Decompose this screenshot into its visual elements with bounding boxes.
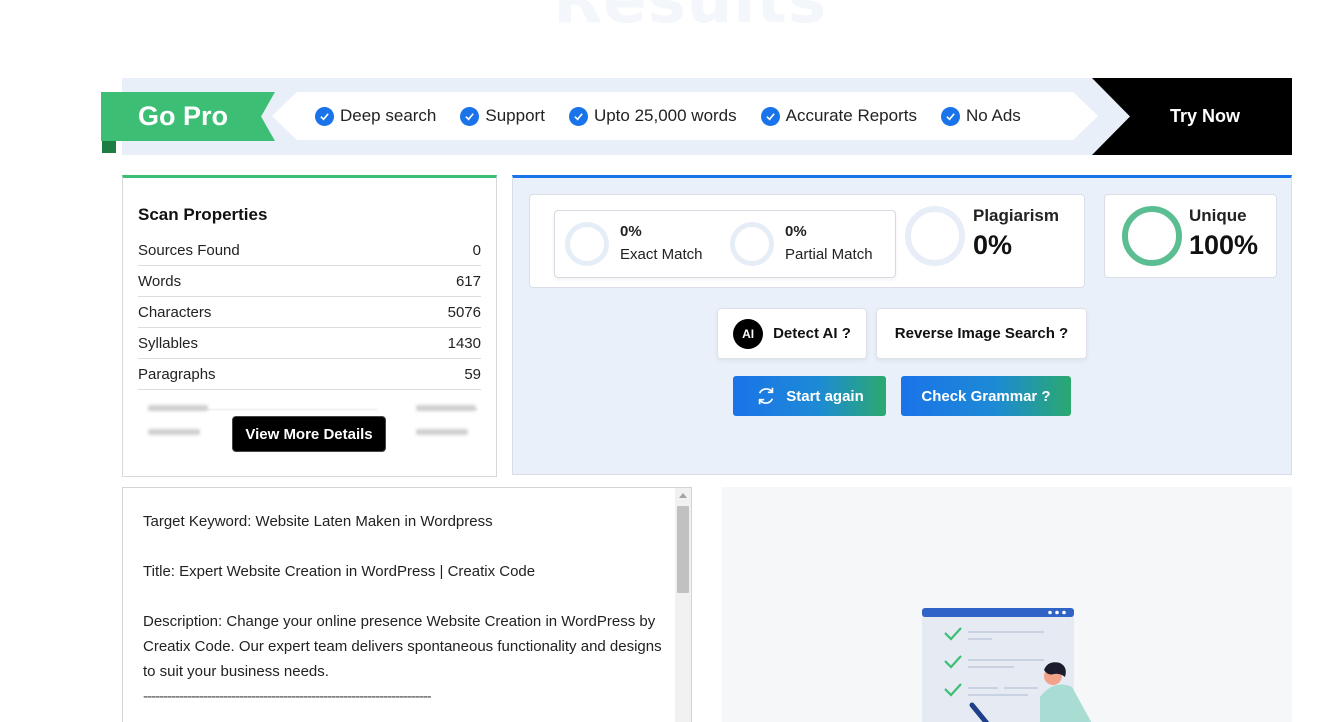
title-line: Title: Expert Website Creation in WordPr… [143, 563, 536, 580]
stat-value: 0 [472, 241, 481, 259]
reverse-image-search-button[interactable]: Reverse Image Search ? [876, 308, 1087, 359]
exact-match-ring [565, 222, 609, 266]
text-scrollbar[interactable] [675, 488, 691, 722]
stat-row-paragraphs: Paragraphs 59 [138, 359, 481, 390]
stat-value: 617 [455, 272, 481, 290]
scroll-thumb[interactable] [677, 506, 689, 593]
blurred-placeholder [148, 429, 200, 435]
separator-line: ----------------------------------------… [143, 688, 432, 705]
ribbon-fold [102, 141, 116, 153]
stat-value: 5076 [447, 303, 481, 321]
refresh-icon [758, 387, 774, 405]
blurred-placeholder [148, 405, 208, 411]
pro-features-list: Deep search Support Upto 25,000 words Ac… [272, 92, 1098, 140]
feature-label: Accurate Reports [785, 106, 917, 125]
stat-row-characters: Characters 5076 [138, 297, 481, 328]
unique-card: Unique 100% [1104, 194, 1277, 278]
stat-value: 59 [464, 365, 481, 383]
plagiarism-label: Plagiarism [973, 206, 1059, 225]
feature-word-limit: Upto 25,000 words [568, 106, 737, 126]
partial-match-value: 0% [785, 223, 807, 240]
blurred-placeholder [416, 429, 468, 435]
unique-label: Unique [1189, 206, 1247, 225]
start-again-label: Start again [786, 387, 864, 405]
scan-properties-panel: Scan Properties Sources Found 0 Words 61… [122, 175, 497, 477]
check-icon [315, 106, 334, 126]
feature-label: Upto 25,000 words [593, 106, 737, 125]
stat-row-sources: Sources Found 0 [138, 235, 481, 266]
scan-properties-title: Scan Properties [138, 205, 268, 224]
check-icon [760, 106, 780, 126]
stat-label: Syllables [138, 334, 199, 352]
check-icon [940, 106, 960, 126]
stat-label: Words [138, 272, 182, 290]
submitted-text: Target Keyword: Website Laten Maken in W… [143, 509, 663, 709]
illustration-panel [722, 487, 1292, 722]
check-grammar-button[interactable]: Check Grammar ? [901, 376, 1071, 416]
stat-row-syllables: Syllables 1430 [138, 328, 481, 359]
exact-match-value: 0% [620, 223, 642, 240]
view-more-details-button[interactable]: View More Details [232, 416, 386, 452]
detect-ai-button[interactable]: AI Detect AI ? [717, 308, 867, 359]
blurred-placeholder [416, 405, 476, 411]
unique-ring [1122, 206, 1182, 266]
checklist-illustration [922, 608, 1092, 722]
detect-ai-label: Detect AI ? [773, 325, 851, 342]
submitted-text-pane[interactable]: Target Keyword: Website Laten Maken in W… [122, 487, 692, 722]
ai-icon: AI [733, 318, 764, 349]
plagiarism-card: 0% Exact Match 0% Partial Match Plagiari… [529, 194, 1085, 288]
feature-no-ads: No Ads [940, 106, 1021, 126]
unique-value: 100% [1189, 230, 1259, 260]
partial-match-label: Partial Match [785, 246, 873, 263]
stat-label: Characters [138, 303, 212, 321]
plagiarism-ring [905, 206, 965, 266]
plagiarism-value: 0% [973, 230, 1013, 260]
check-icon [568, 106, 588, 126]
feature-support: Support [460, 106, 545, 126]
go-pro-label: Go Pro [101, 92, 275, 141]
start-again-button[interactable]: Start again [733, 376, 886, 416]
stat-label: Sources Found [138, 241, 240, 259]
feature-label: No Ads [965, 106, 1021, 125]
description-line: Description: Change your online presence… [143, 613, 662, 680]
keyword-line: Target Keyword: Website Laten Maken in W… [143, 513, 493, 530]
stat-value: 1430 [447, 334, 481, 352]
exact-match-label: Exact Match [620, 246, 703, 263]
results-panel: 0% Exact Match 0% Partial Match Plagiari… [512, 175, 1292, 475]
stat-label: Paragraphs [138, 365, 216, 383]
locked-stats-preview: View More Details [138, 390, 481, 452]
feature-label: Deep search [340, 106, 437, 125]
match-breakdown: 0% Exact Match 0% Partial Match [554, 210, 896, 278]
stat-row-words: Words 617 [138, 266, 481, 297]
scroll-up-arrow-icon[interactable] [679, 493, 687, 498]
feature-deep-search: Deep search [315, 106, 436, 126]
check-icon [460, 106, 480, 126]
feature-label: Support [485, 106, 545, 125]
partial-match-ring [730, 222, 774, 266]
results-heading: Results [553, 0, 827, 38]
feature-accurate-reports: Accurate Reports [760, 106, 917, 126]
